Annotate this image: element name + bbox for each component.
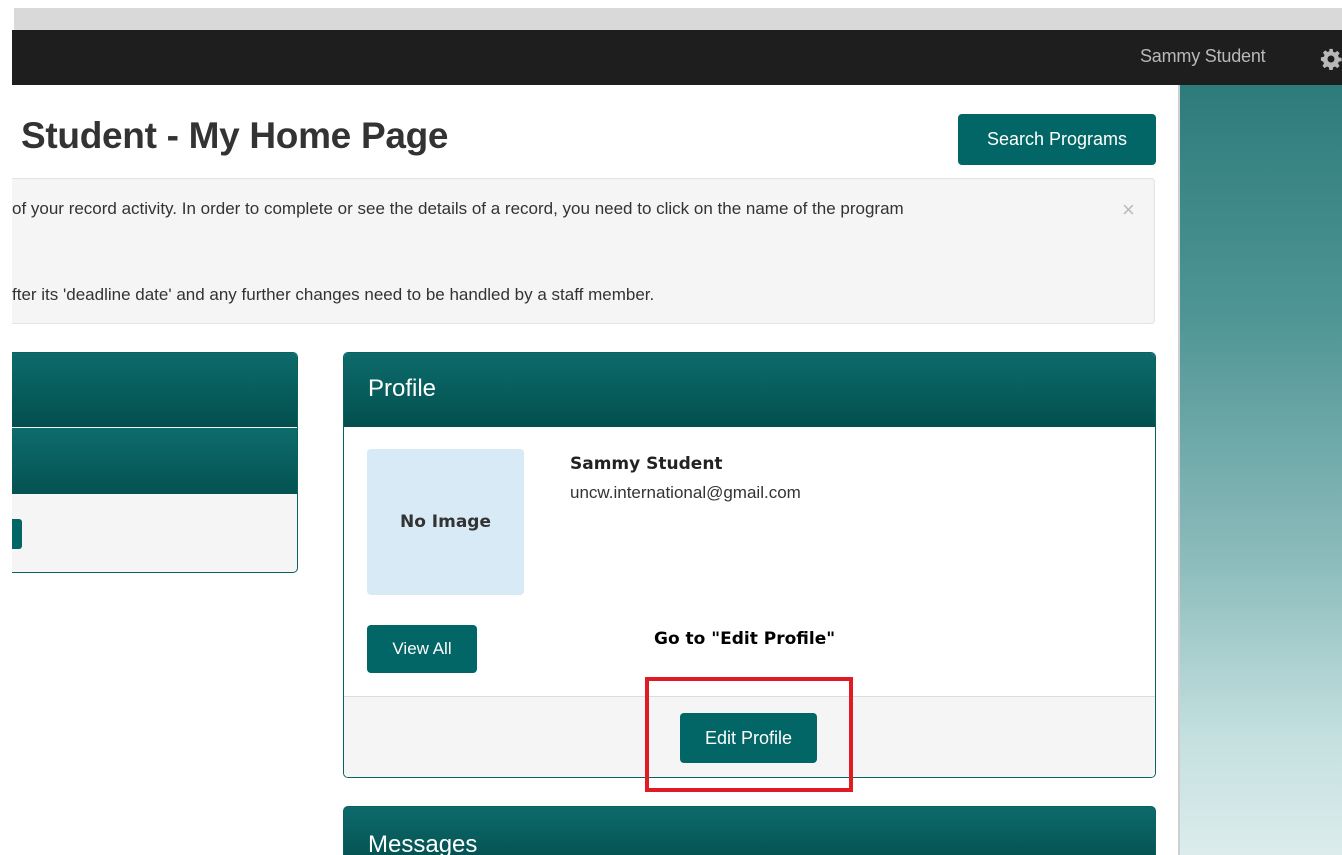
top-navbar: Sammy Student [12,30,1342,85]
right-side-panel [1178,85,1342,855]
screenshot: Sammy Student Student - My Home Page Sea… [0,0,1342,855]
left-card-subheader [12,428,297,494]
search-programs-button[interactable]: Search Programs [958,114,1156,165]
browser-top-strip [0,0,1342,30]
left-card-header [12,353,297,427]
annotation-highlight-box [645,677,853,792]
nav-user-name[interactable]: Sammy Student [1140,46,1266,67]
page-title: Student - My Home Page [21,115,449,156]
left-card-button-stub[interactable] [12,519,22,549]
panel-edge [1178,85,1180,855]
info-alert: of your record activity. In order to com… [12,178,1155,324]
avatar-placeholder: No Image [367,449,524,595]
gear-icon[interactable] [1320,48,1342,70]
profile-email: uncw.international@gmail.com [570,483,801,502]
view-all-button[interactable]: View All [367,625,477,673]
left-panel-card [12,352,298,573]
profile-card-header: Profile [344,353,1155,427]
messages-card-title: Messages [368,831,478,855]
messages-card: Messages [343,806,1156,855]
profile-name: Sammy Student [570,454,723,474]
close-icon[interactable]: × [1122,197,1135,223]
profile-card-title: Profile [368,375,437,402]
alert-text-line-2: fter its 'deadline date' and any further… [12,285,655,304]
annotation-instruction: Go to "Edit Profile" [654,629,836,649]
alert-text-line-1: of your record activity. In order to com… [12,199,904,218]
top-gray-bar [14,8,1342,30]
